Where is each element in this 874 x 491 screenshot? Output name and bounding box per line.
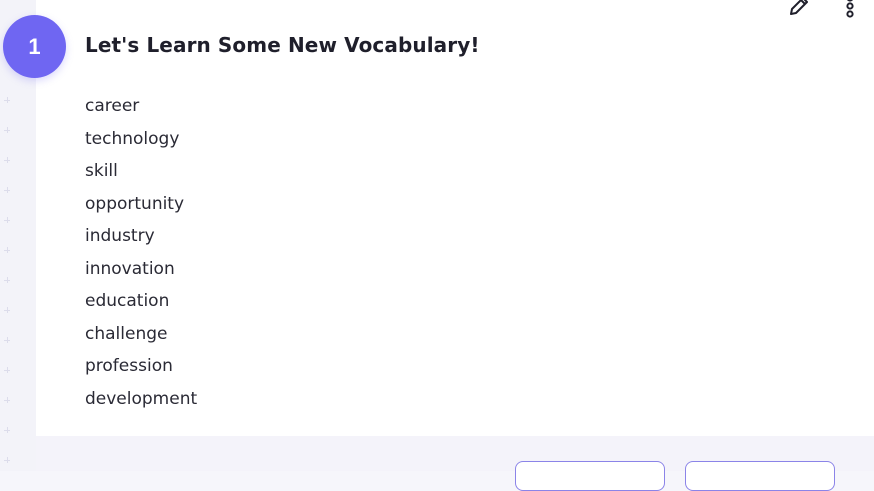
- plus-pattern-icon: [4, 397, 10, 403]
- list-item: skill: [85, 161, 118, 181]
- list-item: challenge: [85, 323, 168, 344]
- plus-pattern-icon: [4, 427, 10, 433]
- footer-button-left[interactable]: [515, 461, 665, 491]
- list-item: technology: [85, 128, 180, 149]
- plus-pattern-icon: [4, 157, 10, 163]
- list-item: career: [85, 96, 140, 116]
- plus-pattern-icon: [4, 307, 10, 313]
- plus-pattern-icon: [4, 337, 10, 343]
- plus-pattern-icon: [4, 187, 10, 193]
- edit-button[interactable]: [785, 0, 813, 20]
- list-item: innovation: [85, 258, 175, 279]
- list-item: education: [85, 291, 170, 311]
- plus-pattern-icon: [4, 277, 10, 283]
- plus-pattern-icon: [4, 217, 10, 223]
- list-item: opportunity: [85, 193, 185, 214]
- list-item: development: [85, 388, 198, 409]
- plus-pattern-icon: [4, 97, 10, 103]
- footer-button-right[interactable]: [685, 461, 835, 491]
- pencil-icon: [790, 0, 808, 15]
- plus-pattern-icon: [4, 127, 10, 133]
- more-options-button[interactable]: [836, 0, 864, 20]
- more-vertical-icon: [846, 0, 854, 18]
- section-title: Let's Learn Some New Vocabulary!: [85, 33, 480, 57]
- plus-pattern-icon: [4, 247, 10, 253]
- step-number-badge: 1: [3, 15, 66, 78]
- list-item: industry: [85, 226, 155, 246]
- list-item: profession: [85, 356, 173, 376]
- vocabulary-list: career technology skill opportunity indu…: [85, 90, 197, 415]
- plus-pattern-icon: [4, 367, 10, 373]
- plus-pattern-icon: [4, 457, 10, 463]
